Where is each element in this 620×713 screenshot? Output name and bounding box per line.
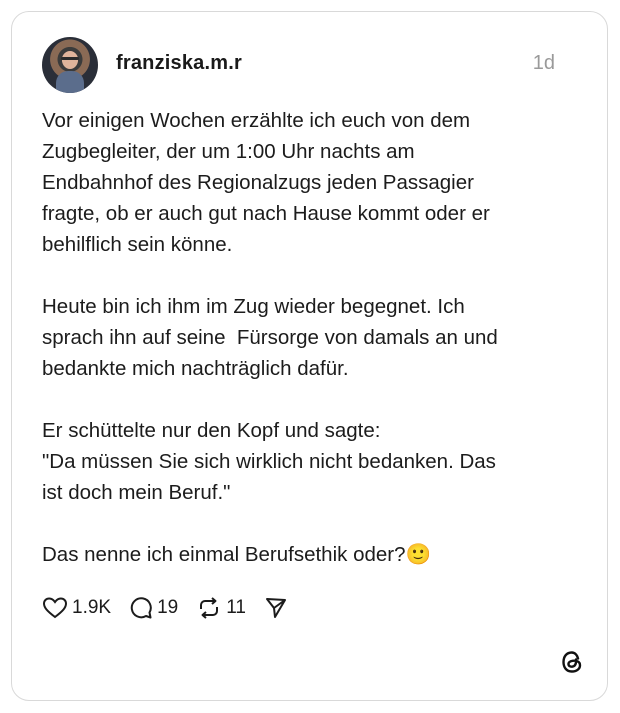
post-text: Vor einigen Wochen erzählte ich euch von… — [42, 109, 498, 566]
repost-icon — [200, 597, 219, 619]
comment-count: 19 — [157, 597, 179, 618]
post-timestamp: 1d — [532, 52, 555, 74]
heart-icon — [42, 597, 68, 619]
repost-count: 11 — [226, 597, 246, 618]
avatar[interactable] — [42, 37, 98, 93]
action-bar: 1.9K 19 11 — [42, 596, 306, 620]
like-count: 1.9K — [72, 597, 112, 618]
repost-button[interactable]: 11 — [196, 596, 246, 620]
username[interactable]: franziska.m.r — [116, 52, 242, 75]
comment-button[interactable]: 19 — [129, 596, 178, 620]
share-icon — [265, 598, 286, 618]
like-button[interactable]: 1.9K — [42, 596, 111, 620]
share-button[interactable] — [264, 596, 288, 620]
post-card: franziska.m.r 1d Vor einigen Wochen erzä… — [11, 11, 608, 701]
threads-logo-icon[interactable] — [559, 649, 585, 675]
comment-icon — [130, 597, 152, 619]
